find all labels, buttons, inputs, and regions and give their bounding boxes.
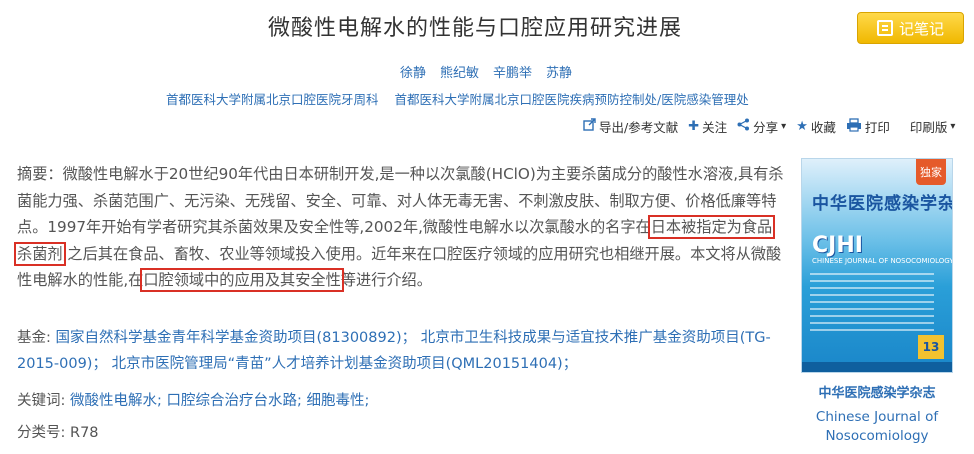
abstract: 摘要：微酸性电解水于20世纪90年代由日本研制开发,是一种以次氯酸(HClO)为…: [13, 161, 785, 294]
note-icon: [876, 20, 893, 36]
follow-plus-icon: ✚: [688, 119, 700, 134]
fund-label: 基金:: [17, 330, 51, 346]
star-icon: ★: [796, 119, 808, 134]
follow-label: 关注: [702, 120, 728, 135]
fund-link[interactable]: 北京市医院管理局“青苗”人才培养计划基金资助项目(QML20151404)；: [112, 356, 578, 372]
abstract-text: 等进行介绍。: [340, 271, 432, 289]
article-page: 微酸性电解水的性能与口腔应用研究进展 记笔记 徐静 熊纪敏 辛鹏举 苏静 首都医…: [0, 0, 974, 454]
export-citation-button[interactable]: 导出/参考文献: [583, 117, 678, 136]
affiliation-link[interactable]: 首都医科大学附属北京口腔医院牙周科: [166, 89, 379, 108]
share-label: 分享: [753, 120, 779, 135]
highlight-box: 口腔领域中的应用及其安全性: [140, 268, 344, 292]
export-icon: [583, 118, 596, 135]
cover-abbreviation: CJHI: [812, 233, 863, 258]
classification-section: 分类号: R78: [17, 420, 797, 446]
favorite-label: 收藏: [810, 120, 836, 135]
printer-icon: [846, 117, 862, 136]
note-button-label: 记笔记: [898, 19, 944, 38]
cover-text-lines: [810, 271, 934, 331]
author-link[interactable]: 徐静: [400, 62, 426, 81]
cover-bottom-bar: [802, 362, 952, 372]
fund-link[interactable]: 国家自然科学基金青年科学基金资助项目(81300892)；: [56, 330, 417, 346]
affiliation-list: 首都医科大学附属北京口腔医院牙周科 首都医科大学附属北京口腔医院疾病预防控制处/…: [166, 89, 749, 108]
cover-title: 中华医院感染学杂志: [812, 194, 952, 214]
cover-english-title: CHINESE JOURNAL OF NOSOCOMIOLOGY: [812, 257, 953, 265]
affiliation-link[interactable]: 首都医科大学附属北京口腔医院疾病预防控制处/医院感染管理处: [395, 89, 749, 108]
note-button[interactable]: 记笔记: [857, 12, 964, 44]
export-label: 导出/参考文献: [599, 120, 679, 135]
share-icon: [737, 118, 750, 135]
journal-name-en[interactable]: Chinese Journal of Nosocomiology: [801, 408, 953, 446]
follow-button[interactable]: ✚ 关注: [688, 117, 727, 136]
author-list: 徐静 熊纪敏 辛鹏举 苏静: [400, 62, 572, 81]
cover-issue-number: 13: [918, 335, 944, 359]
print-button[interactable]: 打印: [846, 117, 890, 136]
favorite-button[interactable]: ★ 收藏: [796, 117, 836, 136]
keyword-link[interactable]: 口腔综合治疗台水路;: [167, 393, 302, 409]
article-toolbar: 导出/参考文献 ✚ 关注 分享 ▾ ★ 收藏 打印 印刷版 ▾: [583, 117, 961, 136]
keywords-section: 关键词: 微酸性电解水; 口腔综合治疗台水路; 细胞毒性;: [17, 388, 797, 414]
keyword-link[interactable]: 微酸性电解水;: [70, 393, 162, 409]
exclusive-tag: 独家: [916, 159, 946, 185]
caret-down-icon: ▾: [781, 121, 787, 132]
keyword-link[interactable]: 细胞毒性;: [307, 393, 370, 409]
fund-section: 基金: 国家自然科学基金青年科学基金资助项目(81300892)； 北京市卫生科…: [17, 325, 797, 377]
classification-value: R78: [70, 425, 99, 441]
keywords-label: 关键词:: [17, 393, 66, 409]
print-version-dropdown[interactable]: 印刷版 ▾: [910, 117, 956, 136]
article-title: 微酸性电解水的性能与口腔应用研究进展: [268, 16, 683, 41]
print-label: 打印: [864, 120, 890, 135]
author-link[interactable]: 熊纪敏: [440, 62, 479, 81]
caret-down-icon: ▾: [950, 121, 956, 132]
journal-name-cn[interactable]: 中华医院感染学杂志: [801, 382, 953, 401]
print-version-label: 印刷版: [909, 120, 948, 135]
author-link[interactable]: 辛鹏举: [493, 62, 532, 81]
journal-cover[interactable]: 独家 中华医院感染学杂志 CJHI CHINESE JOURNAL OF NOS…: [801, 158, 953, 373]
share-button[interactable]: 分享 ▾: [737, 117, 786, 136]
abstract-label: 摘要：: [17, 165, 63, 183]
classification-label: 分类号:: [17, 425, 66, 441]
author-link[interactable]: 苏静: [546, 62, 572, 81]
